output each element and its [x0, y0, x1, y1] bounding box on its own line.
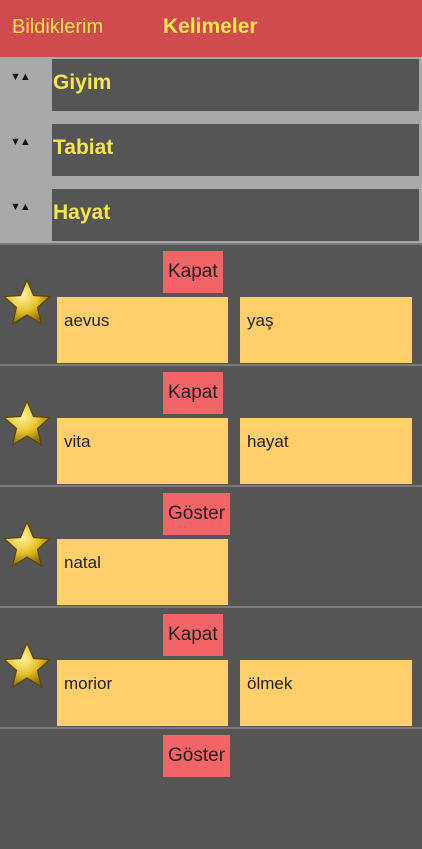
meaning-text: hayat [247, 432, 289, 451]
category-label: Giyim [53, 71, 112, 94]
word-text: vita [64, 432, 91, 451]
meaning-card[interactable]: yaş [240, 297, 412, 363]
category-row-tabiat[interactable]: ▼▲ Tabiat [0, 124, 422, 177]
expand-collapse-icon[interactable]: ▼▲ [10, 201, 31, 213]
navigation-bar: Bildiklerim Kelimeler [0, 0, 422, 57]
category-box[interactable]: Giyim [52, 59, 419, 111]
word-row: Göster [0, 727, 422, 849]
meaning-card[interactable]: hayat [240, 418, 412, 484]
word-text: aevus [64, 311, 110, 330]
meaning-text: yaş [247, 311, 274, 330]
word-row: Kapat morior ölmek [0, 606, 422, 728]
star-icon[interactable] [2, 278, 52, 328]
word-text: morior [64, 674, 113, 693]
toggle-meaning-button[interactable]: Kapat [163, 251, 223, 293]
category-row-hayat[interactable]: ▼▲ Hayat [0, 189, 422, 242]
word-card[interactable]: morior [57, 660, 228, 726]
word-card[interactable]: natal [57, 539, 228, 605]
category-label: Hayat [53, 201, 111, 224]
bildiklerim-button[interactable]: Bildiklerim [12, 16, 103, 39]
category-list: ▼▲ Giyim ▼▲ Tabiat ▼▲ Hayat [0, 57, 422, 243]
toggle-meaning-button[interactable]: Göster [163, 735, 231, 777]
category-row-giyim[interactable]: ▼▲ Giyim [0, 59, 422, 112]
star-icon[interactable] [2, 641, 52, 691]
category-box[interactable]: Hayat [52, 189, 419, 241]
category-label: Tabiat [53, 136, 114, 159]
category-box[interactable]: Tabiat [52, 124, 419, 176]
toggle-meaning-button[interactable]: Kapat [163, 614, 223, 656]
expand-collapse-icon[interactable]: ▼▲ [10, 71, 31, 83]
word-row: Kapat aevus yaş [0, 243, 422, 365]
toggle-meaning-button[interactable]: Göster [163, 493, 231, 535]
expand-collapse-icon[interactable]: ▼▲ [10, 136, 31, 148]
word-row: Göster natal [0, 485, 422, 607]
page-title: Kelimeler [163, 15, 258, 38]
word-text: natal [64, 553, 101, 572]
star-icon[interactable] [2, 399, 52, 449]
word-card[interactable]: aevus [57, 297, 228, 363]
meaning-card[interactable]: ölmek [240, 660, 412, 726]
meaning-text: ölmek [247, 674, 293, 693]
toggle-meaning-button[interactable]: Kapat [163, 372, 223, 414]
star-icon[interactable] [2, 520, 52, 570]
word-card[interactable]: vita [57, 418, 228, 484]
word-row: Kapat vita hayat [0, 364, 422, 486]
